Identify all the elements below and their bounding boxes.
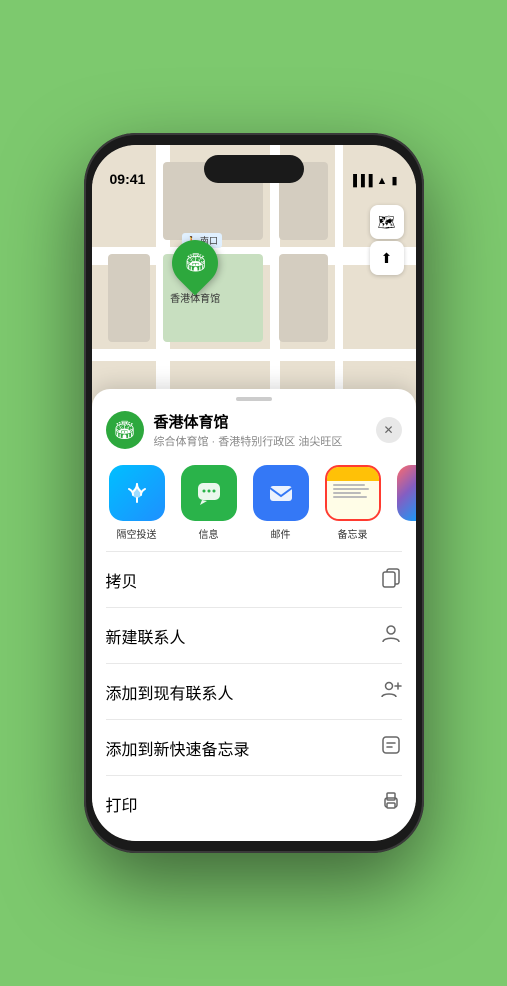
- location-info: 香港体育馆 综合体育馆 · 香港特别行政区 油尖旺区: [154, 411, 366, 449]
- add-contact-label: 添加到现有联系人: [106, 680, 234, 704]
- copy-label: 拷贝: [106, 568, 138, 592]
- quick-note-label: 添加到新快速备忘录: [106, 736, 250, 760]
- action-copy[interactable]: 拷贝: [92, 552, 416, 607]
- message-label: 信息: [199, 526, 219, 541]
- map-pin: 🏟 香港体育馆: [170, 240, 220, 305]
- share-row: 隔空投送 信息: [92, 459, 416, 551]
- block-5: [279, 254, 328, 342]
- location-button[interactable]: ⬆: [370, 241, 404, 275]
- location-icon: 🏟: [106, 411, 144, 449]
- location-sub: 综合体育馆 · 香港特别行政区 油尖旺区: [154, 433, 366, 449]
- road-horizontal-2: [92, 349, 416, 361]
- phone-screen: 09:41 ▐▐▐ ▲ ▮ 🚶: [92, 145, 416, 841]
- airdrop-icon: [109, 465, 165, 521]
- share-item-notes[interactable]: 备忘录: [322, 465, 384, 541]
- notes-icon: [325, 465, 381, 521]
- bottom-sheet: 🏟 香港体育馆 综合体育馆 · 香港特别行政区 油尖旺区 ✕: [92, 389, 416, 841]
- status-icons: ▐▐▐ ▲ ▮: [349, 174, 397, 187]
- share-item-message[interactable]: 信息: [178, 465, 240, 541]
- pin-circle: 🏟: [163, 231, 228, 296]
- message-icon: [181, 465, 237, 521]
- close-button[interactable]: ✕: [376, 417, 402, 443]
- wifi-icon: ▲: [377, 175, 388, 187]
- mail-label: 邮件: [271, 526, 291, 541]
- battery-icon: ▮: [391, 174, 397, 187]
- map-controls: 🗺 ⬆: [370, 205, 404, 275]
- action-quick-note[interactable]: 添加到新快速备忘录: [92, 720, 416, 775]
- copy-icon: [380, 566, 402, 593]
- map-type-button[interactable]: 🗺: [370, 205, 404, 239]
- location-header: 🏟 香港体育馆 综合体育馆 · 香港特别行政区 油尖旺区 ✕: [92, 401, 416, 459]
- action-new-contact[interactable]: 新建联系人: [92, 608, 416, 663]
- action-add-contact[interactable]: 添加到现有联系人: [92, 664, 416, 719]
- phone-frame: 09:41 ▐▐▐ ▲ ▮ 🚶: [84, 133, 424, 853]
- share-item-airdrop[interactable]: 隔空投送: [106, 465, 168, 541]
- airdrop-label: 隔空投送: [117, 526, 157, 541]
- action-print[interactable]: 打印: [92, 776, 416, 821]
- add-contact-icon: [380, 678, 402, 705]
- pin-icon: 🏟: [184, 253, 207, 274]
- share-item-mail[interactable]: 邮件: [250, 465, 312, 541]
- block-2: [108, 254, 150, 342]
- print-icon: [380, 790, 402, 817]
- more-icon: [397, 465, 416, 521]
- new-contact-label: 新建联系人: [106, 624, 186, 648]
- notes-label: 备忘录: [338, 526, 368, 541]
- status-time: 09:41: [110, 171, 146, 187]
- quick-note-icon: [380, 734, 402, 761]
- print-label: 打印: [106, 792, 138, 816]
- location-name: 香港体育馆: [154, 411, 366, 432]
- signal-icon: ▐▐▐: [349, 175, 372, 187]
- mail-icon: [253, 465, 309, 521]
- share-item-more[interactable]: 推: [394, 465, 416, 541]
- new-contact-icon: [380, 622, 402, 649]
- dynamic-island: [204, 155, 304, 183]
